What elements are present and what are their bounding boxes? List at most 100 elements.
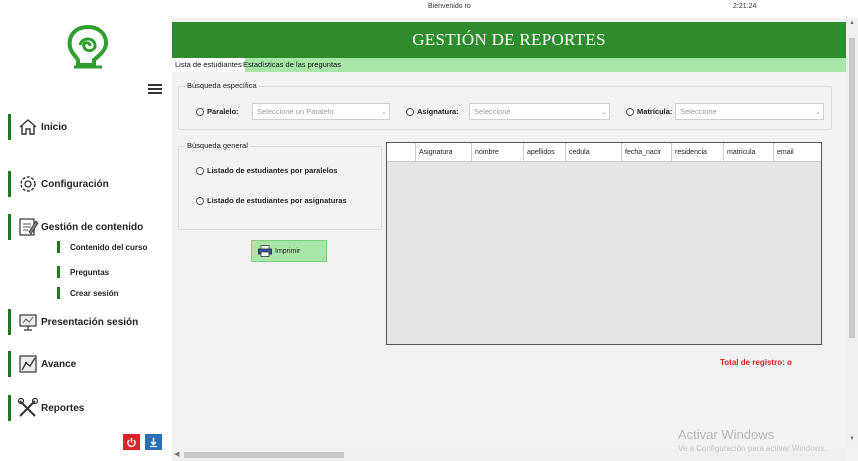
column-header-cedula[interactable]: cedula	[565, 143, 621, 162]
sidebar-item-reportes[interactable]: Reportes	[8, 395, 84, 421]
subitem-contenido-curso[interactable]: Contenido del curso	[57, 241, 147, 253]
subitem-indicator	[57, 241, 60, 253]
matricula-select-value: Seleccione	[680, 107, 717, 116]
subitem-indicator	[57, 266, 60, 278]
column-header-asignatura[interactable]: Asignatura	[415, 143, 471, 162]
asignaturas-list-label: Listado de estudiantes por asignaturas	[207, 196, 347, 205]
students-grid[interactable]: Asignatura nombre apellidos cedula fecha…	[386, 142, 822, 345]
paralelos-list-radio[interactable]: Listado de estudiantes por paralelos	[196, 166, 337, 175]
power-icon	[127, 437, 136, 447]
tab-content: Búsqueda específica Paralelo: Seleccione…	[172, 72, 846, 450]
scroll-left-icon[interactable]: ◀	[174, 450, 179, 458]
active-indicator	[8, 114, 11, 140]
paralelo-select-value: Seleccione un Paralelo	[257, 107, 334, 116]
presentation-icon	[15, 309, 41, 335]
welcome-text: Bienvenido ro	[428, 3, 471, 10]
sidebar-item-label: Gestión de contenido	[41, 221, 144, 233]
active-indicator	[8, 214, 11, 240]
status-bar: Bienvenido ro 2:21:24	[0, 0, 858, 18]
paralelo-select[interactable]: Seleccione un Paralelo ⌄	[252, 103, 390, 120]
hamburger-icon[interactable]	[148, 84, 162, 94]
scroll-down-icon[interactable]: ▼	[848, 436, 856, 442]
sidebar-item-label: Inicio	[41, 121, 68, 133]
asignatura-label: Asignatura:	[417, 107, 459, 116]
page-header: GESTIÓN DE REPORTES	[172, 22, 846, 58]
sidebar-item-label: Configuración	[41, 178, 109, 190]
subitem-preguntas[interactable]: Preguntas	[57, 266, 109, 278]
specific-search-legend: Búsqueda específica	[185, 81, 259, 90]
scroll-up-icon[interactable]: ▲	[848, 20, 856, 26]
sidebar-item-label: Reportes	[41, 402, 85, 414]
column-header-residencia[interactable]: residencia	[671, 143, 723, 162]
download-button[interactable]	[145, 434, 162, 450]
sidebar-item-label: Avance	[41, 358, 77, 370]
radio-circle	[196, 107, 204, 116]
subitem-crear-sesion[interactable]: Crear sesión	[57, 287, 118, 299]
paralelo-label: Paralelo:	[207, 107, 239, 116]
grid-row-header-corner	[387, 143, 415, 162]
active-indicator	[8, 309, 11, 335]
page-title: GESTIÓN DE REPORTES	[412, 30, 606, 49]
print-label: Imprimir	[275, 247, 301, 255]
chevron-down-icon: ⌄	[381, 108, 387, 116]
clock-text: 2:21:24	[733, 3, 757, 10]
sidebar-item-label: Presentación sesión	[41, 316, 139, 328]
asignatura-radio[interactable]: Asignatura:	[406, 107, 459, 116]
radio-circle	[626, 107, 634, 116]
power-button[interactable]	[123, 434, 140, 450]
sidebar-item-gestion-contenido[interactable]: Gestión de contenido	[8, 214, 143, 240]
sidebar: Inicio Configuración Gestión de contenid…	[0, 18, 172, 461]
tools-icon	[15, 395, 41, 421]
column-header-matricula[interactable]: matricula	[723, 143, 773, 162]
column-header-apellidos[interactable]: apellidos	[523, 143, 565, 162]
matricula-radio[interactable]: Matrícula:	[626, 107, 672, 116]
general-search-legend: Búsqueda general	[185, 141, 250, 150]
print-button[interactable]: Imprimir	[251, 240, 327, 262]
paralelos-list-label: Listado de estudiantes por paralelos	[207, 166, 338, 175]
printer-icon	[258, 245, 272, 257]
app-window: Bienvenido ro 2:21:24 Inicio Configuraci…	[0, 0, 858, 461]
progress-icon	[15, 351, 41, 377]
matricula-label: Matrícula:	[637, 107, 673, 116]
active-indicator	[8, 171, 11, 197]
activation-watermark-text: Ve a Configuración para activar Windows.	[678, 444, 827, 453]
column-header-email[interactable]: email	[773, 143, 821, 162]
download-icon	[150, 437, 157, 447]
subitem-indicator	[57, 287, 60, 299]
tab-strip: Lista de estudiantes Estadísticas de las…	[172, 58, 846, 72]
sidebar-item-presentacion-sesion[interactable]: Presentación sesión	[8, 309, 138, 335]
scroll-thumb[interactable]	[184, 452, 344, 458]
scroll-thumb[interactable]	[849, 38, 855, 338]
sidebar-item-configuracion[interactable]: Configuración	[8, 171, 109, 197]
column-header-nombre[interactable]: nombre	[471, 143, 523, 162]
activation-watermark-title: Activar Windows	[678, 427, 775, 442]
total-records: Total de registro: o	[720, 358, 792, 367]
general-search-group	[178, 146, 382, 230]
subitem-label: Preguntas	[70, 267, 110, 277]
edit-document-icon	[15, 214, 41, 240]
asignatura-select-value: Seleccione	[474, 107, 511, 116]
subitem-label: Contenido del curso	[70, 242, 148, 252]
gear-icon	[15, 171, 41, 197]
asignaturas-list-radio[interactable]: Listado de estudiantes por asignaturas	[196, 196, 347, 205]
bulb-logo-icon	[60, 23, 116, 71]
radio-circle	[406, 107, 414, 116]
column-header-fecha-nacimiento[interactable]: fecha_nacir	[621, 143, 671, 162]
matricula-select[interactable]: Seleccione ⌄	[675, 103, 824, 120]
paralelo-radio[interactable]: Paralelo:	[196, 107, 239, 116]
chevron-down-icon: ⌄	[815, 108, 821, 116]
chevron-down-icon: ⌄	[601, 108, 607, 116]
asignatura-select[interactable]: Seleccione ⌄	[469, 103, 610, 120]
tab-estadisticas-preguntas[interactable]: Estadísticas de las preguntas	[240, 58, 344, 72]
radio-circle	[196, 166, 204, 175]
grid-header: Asignatura nombre apellidos cedula fecha…	[387, 143, 821, 162]
home-icon	[15, 114, 41, 140]
sidebar-item-inicio[interactable]: Inicio	[8, 114, 67, 140]
tab-lista-estudiantes[interactable]: Lista de estudiantes	[172, 58, 245, 72]
subitem-label: Crear sesión	[70, 288, 119, 298]
active-indicator	[8, 395, 11, 421]
active-indicator	[8, 351, 11, 377]
sidebar-item-avance[interactable]: Avance	[8, 351, 76, 377]
vertical-scrollbar[interactable]: ▲ ▼	[846, 18, 858, 449]
radio-circle	[196, 196, 204, 205]
